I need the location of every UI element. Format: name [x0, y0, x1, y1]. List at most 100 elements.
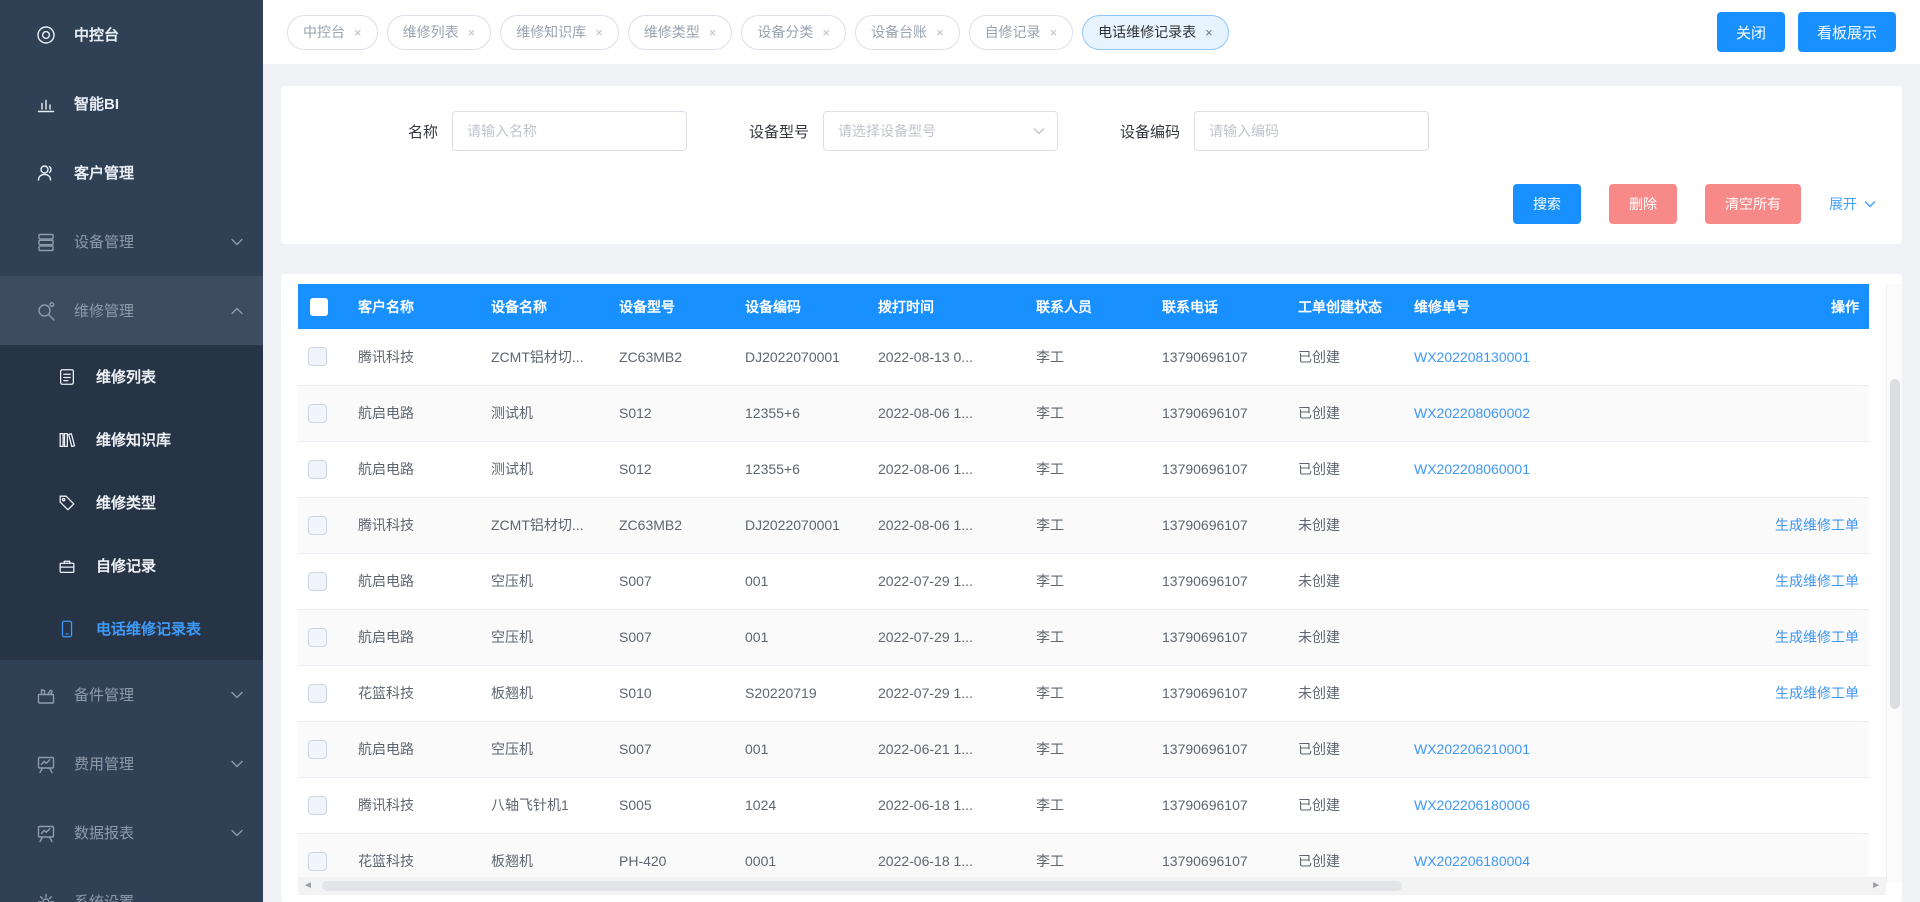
vertical-scrollbar-thumb[interactable] [1890, 379, 1900, 709]
sidebar-item-self-repair-records[interactable]: 自修记录 [0, 534, 263, 597]
sidebar-item-repair-type[interactable]: 维修类型 [0, 471, 263, 534]
sidebar-item-devices[interactable]: 设备管理 [0, 207, 263, 276]
code-input[interactable] [1194, 111, 1429, 151]
tab-self-repair-records[interactable]: 自修记录× [969, 15, 1074, 50]
gear-icon [35, 891, 57, 902]
sidebar-item-label: 维修管理 [74, 300, 134, 321]
repair-order-link[interactable]: WX202206210001 [1414, 741, 1530, 757]
sidebar-item-data-reports[interactable]: 数据报表 [0, 798, 263, 867]
close-icon[interactable]: × [1205, 25, 1213, 40]
create-work-order-link[interactable]: 生成维修工单 [1775, 517, 1859, 533]
col-status: 工单创建状态 [1288, 284, 1404, 329]
create-work-order-link[interactable]: 生成维修工单 [1775, 629, 1859, 645]
scroll-right-arrow-icon[interactable]: ► [1871, 881, 1881, 891]
sidebar-item-label: 维修列表 [96, 366, 156, 387]
close-icon[interactable]: × [709, 25, 717, 40]
sidebar-item-cost-management[interactable]: 费用管理 [0, 729, 263, 798]
chevron-up-icon [231, 307, 243, 315]
repair-order-link[interactable]: WX202206180004 [1414, 853, 1530, 869]
search-button[interactable]: 搜索 [1513, 184, 1581, 224]
table-row: 腾讯科技 八轴飞针机1 S005 1024 2022-06-18 1... 李工… [298, 777, 1869, 833]
sidebar-item-system-settings[interactable]: 系统设置 [0, 867, 263, 902]
sidebar-item-label: 自修记录 [96, 555, 156, 576]
horizontal-scrollbar-thumb[interactable] [322, 881, 1402, 891]
console-icon [35, 24, 57, 46]
col-phone: 联系电话 [1152, 284, 1288, 329]
bar-chart-icon [35, 93, 57, 115]
sidebar-item-label: 电话维修记录表 [96, 618, 201, 639]
repair-search-icon [35, 300, 57, 322]
row-checkbox[interactable] [308, 852, 327, 871]
close-icon[interactable]: × [468, 25, 476, 40]
scroll-left-arrow-icon[interactable]: ◄ [303, 881, 313, 891]
col-action: 操作 [1747, 284, 1869, 329]
col-order: 维修单号 [1404, 284, 1747, 329]
create-work-order-link[interactable]: 生成维修工单 [1775, 573, 1859, 589]
search-form: 名称 设备型号 请选择设备型号 设备编码 [281, 111, 1902, 151]
spare-parts-icon [35, 684, 57, 706]
code-field-group: 设备编码 [1120, 111, 1429, 151]
close-icon[interactable]: × [595, 25, 603, 40]
list-doc-icon [57, 367, 77, 387]
expand-toggle[interactable]: 展开 [1829, 194, 1876, 214]
sidebar-item-label: 设备管理 [74, 231, 134, 252]
board-display-button[interactable]: 看板展示 [1798, 12, 1896, 52]
create-work-order-link[interactable]: 生成维修工单 [1775, 685, 1859, 701]
clear-all-button[interactable]: 清空所有 [1705, 184, 1801, 224]
row-checkbox[interactable] [308, 460, 327, 479]
books-icon [57, 430, 77, 450]
sidebar-item-phone-repair-records[interactable]: 电话维修记录表 [0, 597, 263, 660]
close-icon[interactable]: × [354, 25, 362, 40]
tab-console[interactable]: 中控台× [287, 15, 378, 50]
tab-repair-type[interactable]: 维修类型× [628, 15, 733, 50]
tab-device-ledger[interactable]: 设备台账× [855, 15, 960, 50]
name-input[interactable] [452, 111, 687, 151]
sidebar-item-label: 数据报表 [74, 822, 134, 843]
name-label: 名称 [408, 121, 438, 142]
table-row: 航启电路 空压机 S007 001 2022-07-29 1... 李工 137… [298, 553, 1869, 609]
row-checkbox[interactable] [308, 628, 327, 647]
row-checkbox[interactable] [308, 516, 327, 535]
open-tabs: 中控台× 维修列表× 维修知识库× 维修类型× 设备分类× 设备台账× 自修记录… [287, 15, 1238, 50]
repair-order-link[interactable]: WX202206180006 [1414, 797, 1530, 813]
horizontal-scrollbar[interactable]: ◄ ► [298, 877, 1886, 895]
delete-button[interactable]: 删除 [1609, 184, 1677, 224]
sidebar-item-label: 系统设置 [74, 891, 134, 902]
table-row: 航启电路 测试机 S012 12355+6 2022-08-06 1... 李工… [298, 385, 1869, 441]
model-select[interactable]: 请选择设备型号 [823, 111, 1058, 151]
close-icon[interactable]: × [822, 25, 830, 40]
model-label: 设备型号 [749, 121, 809, 142]
row-checkbox[interactable] [308, 740, 327, 759]
records-table: 客户名称 设备名称 设备型号 设备编码 拨打时间 联系人员 联系电话 工单创建状… [298, 284, 1869, 890]
close-icon[interactable]: × [1050, 25, 1058, 40]
row-checkbox[interactable] [308, 404, 327, 423]
sidebar-item-repair-knowledge[interactable]: 维修知识库 [0, 408, 263, 471]
sidebar-item-bi[interactable]: 智能BI [0, 69, 263, 138]
sidebar-item-console[interactable]: 中控台 [0, 0, 263, 69]
sidebar-item-spare-parts[interactable]: 备件管理 [0, 660, 263, 729]
row-checkbox[interactable] [308, 684, 327, 703]
sidebar-item-label: 中控台 [74, 24, 119, 45]
repair-order-link[interactable]: WX202208130001 [1414, 349, 1530, 365]
sidebar: 中控台 智能BI 客户管理 设备管理 维修管理 维修列表 维修知识库 维修类型 [0, 0, 263, 902]
tab-device-category[interactable]: 设备分类× [741, 15, 846, 50]
tab-repair-list[interactable]: 维修列表× [387, 15, 492, 50]
vertical-scrollbar[interactable] [1886, 284, 1902, 883]
sidebar-item-repair-list[interactable]: 维修列表 [0, 345, 263, 408]
tab-repair-knowledge[interactable]: 维修知识库× [500, 15, 619, 50]
sidebar-item-customers[interactable]: 客户管理 [0, 138, 263, 207]
close-icon[interactable]: × [936, 25, 944, 40]
row-checkbox[interactable] [308, 796, 327, 815]
repair-order-link[interactable]: WX202208060001 [1414, 461, 1530, 477]
sidebar-item-label: 智能BI [74, 93, 119, 114]
repair-order-link[interactable]: WX202208060002 [1414, 405, 1530, 421]
row-checkbox[interactable] [308, 347, 327, 366]
repair-submenu: 维修列表 维修知识库 维修类型 自修记录 电话维修记录表 [0, 345, 263, 660]
sidebar-item-repair-management[interactable]: 维修管理 [0, 276, 263, 345]
report-board-icon [35, 822, 57, 844]
tab-bar: 中控台× 维修列表× 维修知识库× 维修类型× 设备分类× 设备台账× 自修记录… [263, 0, 1920, 64]
select-all-checkbox[interactable] [310, 298, 328, 316]
close-button[interactable]: 关闭 [1717, 12, 1785, 52]
row-checkbox[interactable] [308, 572, 327, 591]
tab-phone-repair-records[interactable]: 电话维修记录表× [1082, 15, 1229, 50]
